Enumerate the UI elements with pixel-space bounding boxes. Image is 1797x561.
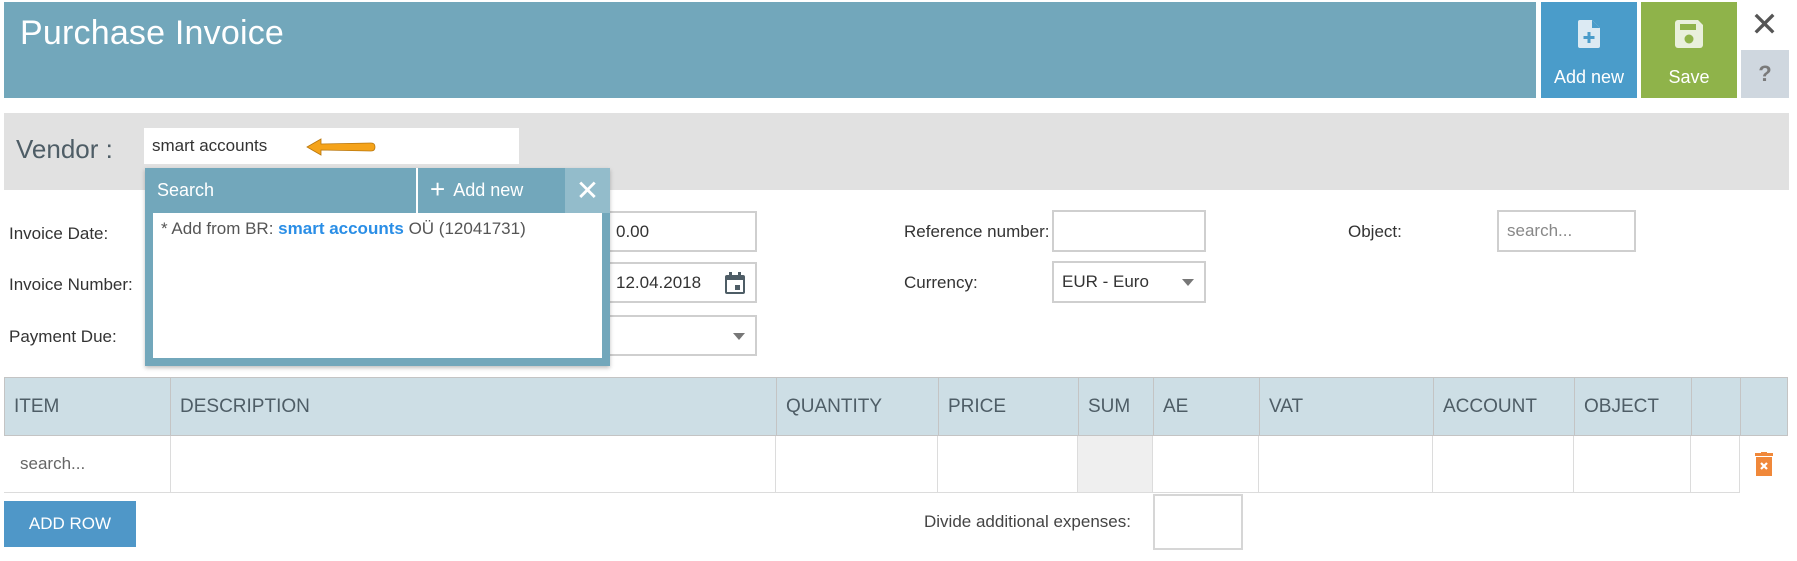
save-button[interactable]: Save — [1641, 2, 1737, 98]
column-header-account: ACCOUNT — [1434, 378, 1575, 436]
chevron-down-icon — [733, 332, 745, 340]
ae-cell[interactable] — [1153, 436, 1259, 493]
vendor-search-dropdown: Search + Add new ✕ * Add from BR: smart a… — [145, 168, 610, 366]
account-cell[interactable] — [1433, 436, 1574, 493]
column-header-blank — [1692, 378, 1741, 436]
currency-value: EUR - Euro — [1062, 272, 1149, 291]
currency-label: Currency: — [904, 273, 978, 292]
dropdown-search-label: Search — [157, 180, 215, 200]
date-value: 12.04.2018 — [616, 272, 702, 292]
close-icon: ✕ — [575, 175, 600, 206]
invoice-date-label: Invoice Date: — [9, 224, 109, 243]
result-highlight: smart accounts — [278, 219, 404, 238]
column-header-item: ITEM — [5, 378, 171, 436]
description-cell[interactable] — [170, 436, 776, 493]
new-document-icon — [1578, 20, 1600, 53]
help-button[interactable]: ? — [1741, 50, 1789, 98]
object-label: Object: — [1348, 222, 1402, 241]
dropdown-add-new-button[interactable]: + Add new — [418, 168, 565, 213]
close-icon: ✕ — [1750, 6, 1779, 44]
column-header-sum: SUM — [1079, 378, 1154, 436]
add-new-button[interactable]: Add new — [1541, 2, 1637, 98]
delete-row-trash-icon[interactable] — [1755, 452, 1773, 481]
invoice-number-label: Invoice Number: — [9, 275, 133, 294]
divide-expenses-label: Divide additional expenses: — [924, 512, 1131, 531]
sum-cell — [1078, 436, 1153, 493]
column-header-description: DESCRIPTION — [171, 378, 777, 436]
dropdown-results: * Add from BR: smart accounts OÜ (120417… — [153, 213, 602, 358]
vat-cell[interactable] — [1259, 436, 1433, 493]
help-icon: ? — [1758, 61, 1772, 86]
quantity-cell[interactable] — [776, 436, 938, 493]
item-cell[interactable]: search... — [4, 436, 170, 493]
reference-number-input[interactable] — [1052, 210, 1206, 252]
column-header-price: PRICE — [939, 378, 1079, 436]
add-new-label: Add new — [1553, 67, 1625, 87]
extra-cell — [1691, 436, 1740, 493]
chevron-down-icon — [1182, 279, 1194, 286]
column-header-ae: AE — [1154, 378, 1260, 436]
dropdown-result-item[interactable]: * Add from BR: smart accounts OÜ (120417… — [161, 219, 594, 239]
column-header-vat: VAT — [1260, 378, 1434, 436]
item-search-placeholder: search... — [20, 454, 86, 473]
page-title: Purchase Invoice — [20, 14, 285, 52]
result-suffix: OÜ (12041731) — [403, 219, 526, 238]
save-label: Save — [1668, 67, 1710, 87]
plus-icon: + — [430, 173, 446, 204]
object-placeholder: search... — [1507, 221, 1573, 240]
result-prefix: * Add from BR: — [161, 219, 279, 238]
amount-value: 0.00 — [616, 221, 650, 241]
dropdown-add-new-label: Add new — [453, 180, 524, 200]
column-header-quantity: QUANTITY — [777, 378, 939, 436]
vendor-label: Vendor : — [16, 134, 113, 164]
table-header: ITEM DESCRIPTION QUANTITY PRICE SUM AE V… — [4, 377, 1788, 436]
object-cell[interactable] — [1574, 436, 1691, 493]
currency-select[interactable]: EUR - Euro — [1052, 261, 1206, 303]
column-header-object: OBJECT — [1575, 378, 1692, 436]
reference-number-label: Reference number: — [904, 222, 1050, 241]
floppy-disk-icon — [1675, 20, 1703, 53]
arrow-left-icon — [305, 137, 377, 162]
close-window-button[interactable]: ✕ — [1740, 2, 1789, 48]
object-search-input[interactable]: search... — [1497, 210, 1636, 252]
add-row-button[interactable]: ADD ROW — [4, 501, 136, 547]
calendar-icon[interactable] — [725, 272, 745, 299]
dropdown-close-button[interactable]: ✕ — [565, 168, 610, 213]
divide-expenses-input[interactable] — [1153, 494, 1243, 550]
payment-due-label: Payment Due: — [9, 327, 117, 346]
price-cell[interactable] — [938, 436, 1078, 493]
